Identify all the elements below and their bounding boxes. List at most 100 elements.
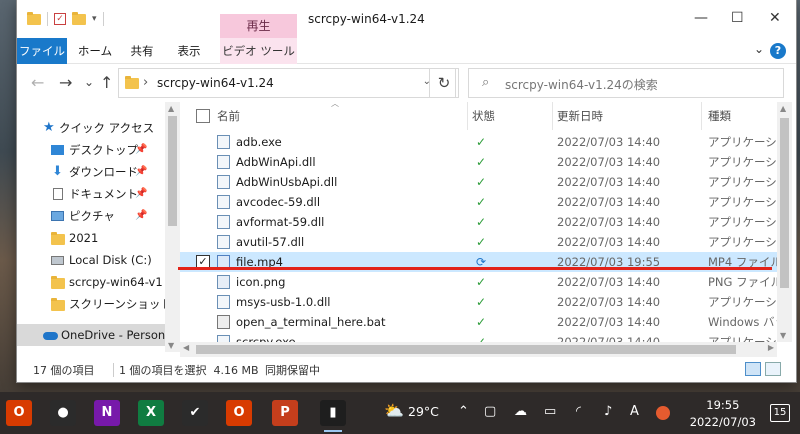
folder-icon — [51, 298, 65, 311]
file-list: ︿ 名前 状態 更新日時 種類 adb.exe ✓ 2022/07/03 14:40… — [180, 102, 777, 342]
table-row[interactable]: avcodec-59.dll ✓ 2022/07/03 14:40 アプリケーション拡… — [180, 192, 777, 212]
back-button[interactable]: ← — [31, 73, 44, 92]
tab-share[interactable]: 共有 — [125, 38, 159, 64]
column-status[interactable]: 状態 — [472, 102, 553, 130]
taskbar-app-office-icon[interactable]: O — [6, 400, 32, 426]
taskbar-app-powerpoint-icon[interactable]: P — [272, 400, 298, 426]
file-type: PNG ファイル — [708, 275, 777, 289]
table-row[interactable]: avformat-59.dll ✓ 2022/07/03 14:40 アプリケーション… — [180, 212, 777, 232]
tab-home[interactable]: ホーム — [73, 38, 117, 64]
nav-item-pictures[interactable]: ピクチャ 📌 — [17, 205, 165, 227]
show-hidden-icons-icon[interactable]: ⌃ — [458, 404, 469, 419]
nav-item-local-disk[interactable]: Local Disk (C:) — [17, 249, 165, 271]
ime-mode-icon[interactable]: A — [630, 404, 639, 419]
folder-icon — [125, 76, 139, 89]
search-input[interactable]: scrcpy-win64-v1.24の検索 — [505, 76, 658, 93]
network-icon[interactable]: ▭ — [544, 404, 556, 419]
scroll-right-icon[interactable]: ▶ — [768, 343, 774, 352]
cloud-icon[interactable]: ☁ — [514, 404, 527, 419]
taskbar-app-to-do-icon[interactable]: ✔ — [182, 400, 208, 426]
scroll-up-icon[interactable]: ▲ — [168, 104, 174, 113]
large-icons-view-button[interactable] — [765, 362, 781, 376]
tab-video-tools[interactable]: ビデオ ツール — [220, 38, 297, 64]
forward-button[interactable]: → — [59, 73, 72, 92]
minimize-button[interactable]: — — [694, 10, 708, 26]
weather-temp[interactable]: 29°C — [408, 404, 439, 419]
scroll-down-icon[interactable]: ▼ — [780, 331, 786, 340]
refresh-button[interactable]: ↻ — [429, 68, 459, 98]
scroll-thumb[interactable] — [780, 118, 789, 288]
table-row[interactable]: AdbWinApi.dll ✓ 2022/07/03 14:40 アプリケーション拡張 — [180, 152, 777, 172]
new-folder-icon[interactable] — [72, 11, 86, 25]
column-modified[interactable]: 更新日時 — [557, 102, 702, 130]
notification-center-icon[interactable]: 15 — [770, 404, 790, 422]
taskbar-app-onenote-icon[interactable]: N — [94, 400, 120, 426]
weather-icon[interactable]: ⛅ — [384, 401, 404, 420]
clock[interactable]: 19:55 2022/07/03 — [690, 397, 756, 431]
search-box[interactable]: ⌕ scrcpy-win64-v1.24の検索 — [468, 68, 784, 98]
tab-view[interactable]: 表示 — [167, 38, 211, 64]
taskbar-app-office-icon[interactable]: O — [226, 400, 252, 426]
meet-now-icon[interactable]: ▢ — [484, 404, 496, 419]
notification-app-icon[interactable] — [656, 406, 670, 420]
scroll-thumb[interactable] — [168, 116, 177, 226]
column-name[interactable]: 名前 — [217, 102, 468, 130]
tab-file[interactable]: ファイル — [17, 38, 67, 64]
select-all-checkbox[interactable] — [196, 109, 210, 123]
recent-locations-button[interactable]: ⌄ — [84, 75, 94, 89]
pin-icon[interactable]: 📌 — [135, 205, 147, 227]
synced-check-icon: ✓ — [475, 215, 487, 229]
customize-quick-access-icon[interactable]: ▾ — [92, 14, 97, 24]
desktop-icon — [51, 145, 64, 155]
item-count: 17 個の項目 — [33, 364, 95, 377]
clock-time: 19:55 — [706, 398, 740, 412]
nav-item-quick-access[interactable]: ★ クイック アクセス — [17, 117, 165, 139]
scroll-thumb[interactable] — [196, 345, 736, 354]
file-modified: 2022/07/03 14:40 — [557, 175, 661, 189]
nav-item-desktop[interactable]: デスクトップ 📌 — [17, 139, 165, 161]
expand-ribbon-icon[interactable]: ⌄ — [754, 42, 764, 56]
pin-icon[interactable]: 📌 — [135, 183, 147, 205]
help-icon[interactable]: ? — [770, 43, 786, 59]
pin-icon[interactable]: 📌 — [135, 139, 147, 161]
nav-item-downloads[interactable]: ⬇ ダウンロード 📌 — [17, 161, 165, 183]
file-type: アプリケーション拡張 — [708, 295, 777, 309]
table-row[interactable]: AdbWinUsbApi.dll ✓ 2022/07/03 14:40 アプリケーショ… — [180, 172, 777, 192]
file-list-vertical-scrollbar[interactable]: ▲ ▼ — [777, 102, 792, 342]
properties-icon[interactable]: ✓ — [54, 13, 66, 25]
navigation-bar: ← → ⌄ ↑ › scrcpy-win64-v1.24 ⌄ ↻ ⌕ scrcp… — [17, 64, 796, 102]
taskbar-app-chrome-icon[interactable]: ● — [50, 400, 76, 426]
table-row[interactable]: msys-usb-1.0.dll ✓ 2022/07/03 14:40 アプリケーショ… — [180, 292, 777, 312]
file-dll-icon — [217, 235, 230, 249]
table-row[interactable]: adb.exe ✓ 2022/07/03 14:40 アプリケーション — [180, 132, 777, 152]
address-bar[interactable]: › scrcpy-win64-v1.24 ⌄ — [118, 68, 456, 98]
scroll-left-icon[interactable]: ◀ — [183, 343, 189, 352]
file-list-horizontal-scrollbar[interactable]: ◀ ▶ — [180, 342, 777, 357]
nav-item-onedrive[interactable]: OneDrive - Person — [17, 324, 165, 346]
nav-item-scrcpy[interactable]: scrcpy-win64-v1 — [17, 271, 165, 293]
nav-item-2021[interactable]: 2021 — [17, 227, 165, 249]
pin-icon[interactable]: 📌 — [135, 161, 147, 183]
volume-icon[interactable]: ♪ — [604, 404, 612, 419]
wifi-icon[interactable]: ◜ — [576, 404, 581, 419]
close-button[interactable]: ✕ — [769, 10, 781, 26]
scroll-up-icon[interactable]: ▲ — [780, 104, 786, 113]
taskbar-app-terminal-icon[interactable]: ▮ — [320, 400, 346, 432]
nav-item-documents[interactable]: ドキュメント 📌 — [17, 183, 165, 205]
table-row[interactable]: avutil-57.dll ✓ 2022/07/03 14:40 アプリケーション拡張 — [180, 232, 777, 252]
taskbar-app-excel-icon[interactable]: X — [138, 400, 164, 426]
scroll-down-icon[interactable]: ▼ — [168, 341, 174, 350]
table-row[interactable]: icon.png ✓ 2022/07/03 14:40 PNG ファイル — [180, 272, 777, 292]
breadcrumb[interactable]: scrcpy-win64-v1.24 — [157, 76, 274, 90]
table-row[interactable]: scrcpy.exe ✓ 2022/07/03 14:40 アプリケーション — [180, 332, 777, 342]
synced-check-icon: ✓ — [475, 175, 487, 189]
column-type[interactable]: 種類 — [708, 102, 777, 130]
breadcrumb-chevron-icon[interactable]: › — [143, 75, 148, 90]
nav-pane-scrollbar[interactable]: ▲ ▼ — [165, 102, 180, 352]
nav-item-screenshots[interactable]: スクリーンショット — [17, 293, 165, 315]
details-view-button[interactable] — [745, 362, 761, 376]
up-button[interactable]: ↑ — [100, 73, 113, 92]
selection-info: 1 個の項目を選択 4.16 MB — [119, 364, 259, 377]
table-row[interactable]: open_a_terminal_here.bat ✓ 2022/07/03 14:4… — [180, 312, 777, 332]
maximize-button[interactable]: ☐ — [731, 10, 744, 26]
